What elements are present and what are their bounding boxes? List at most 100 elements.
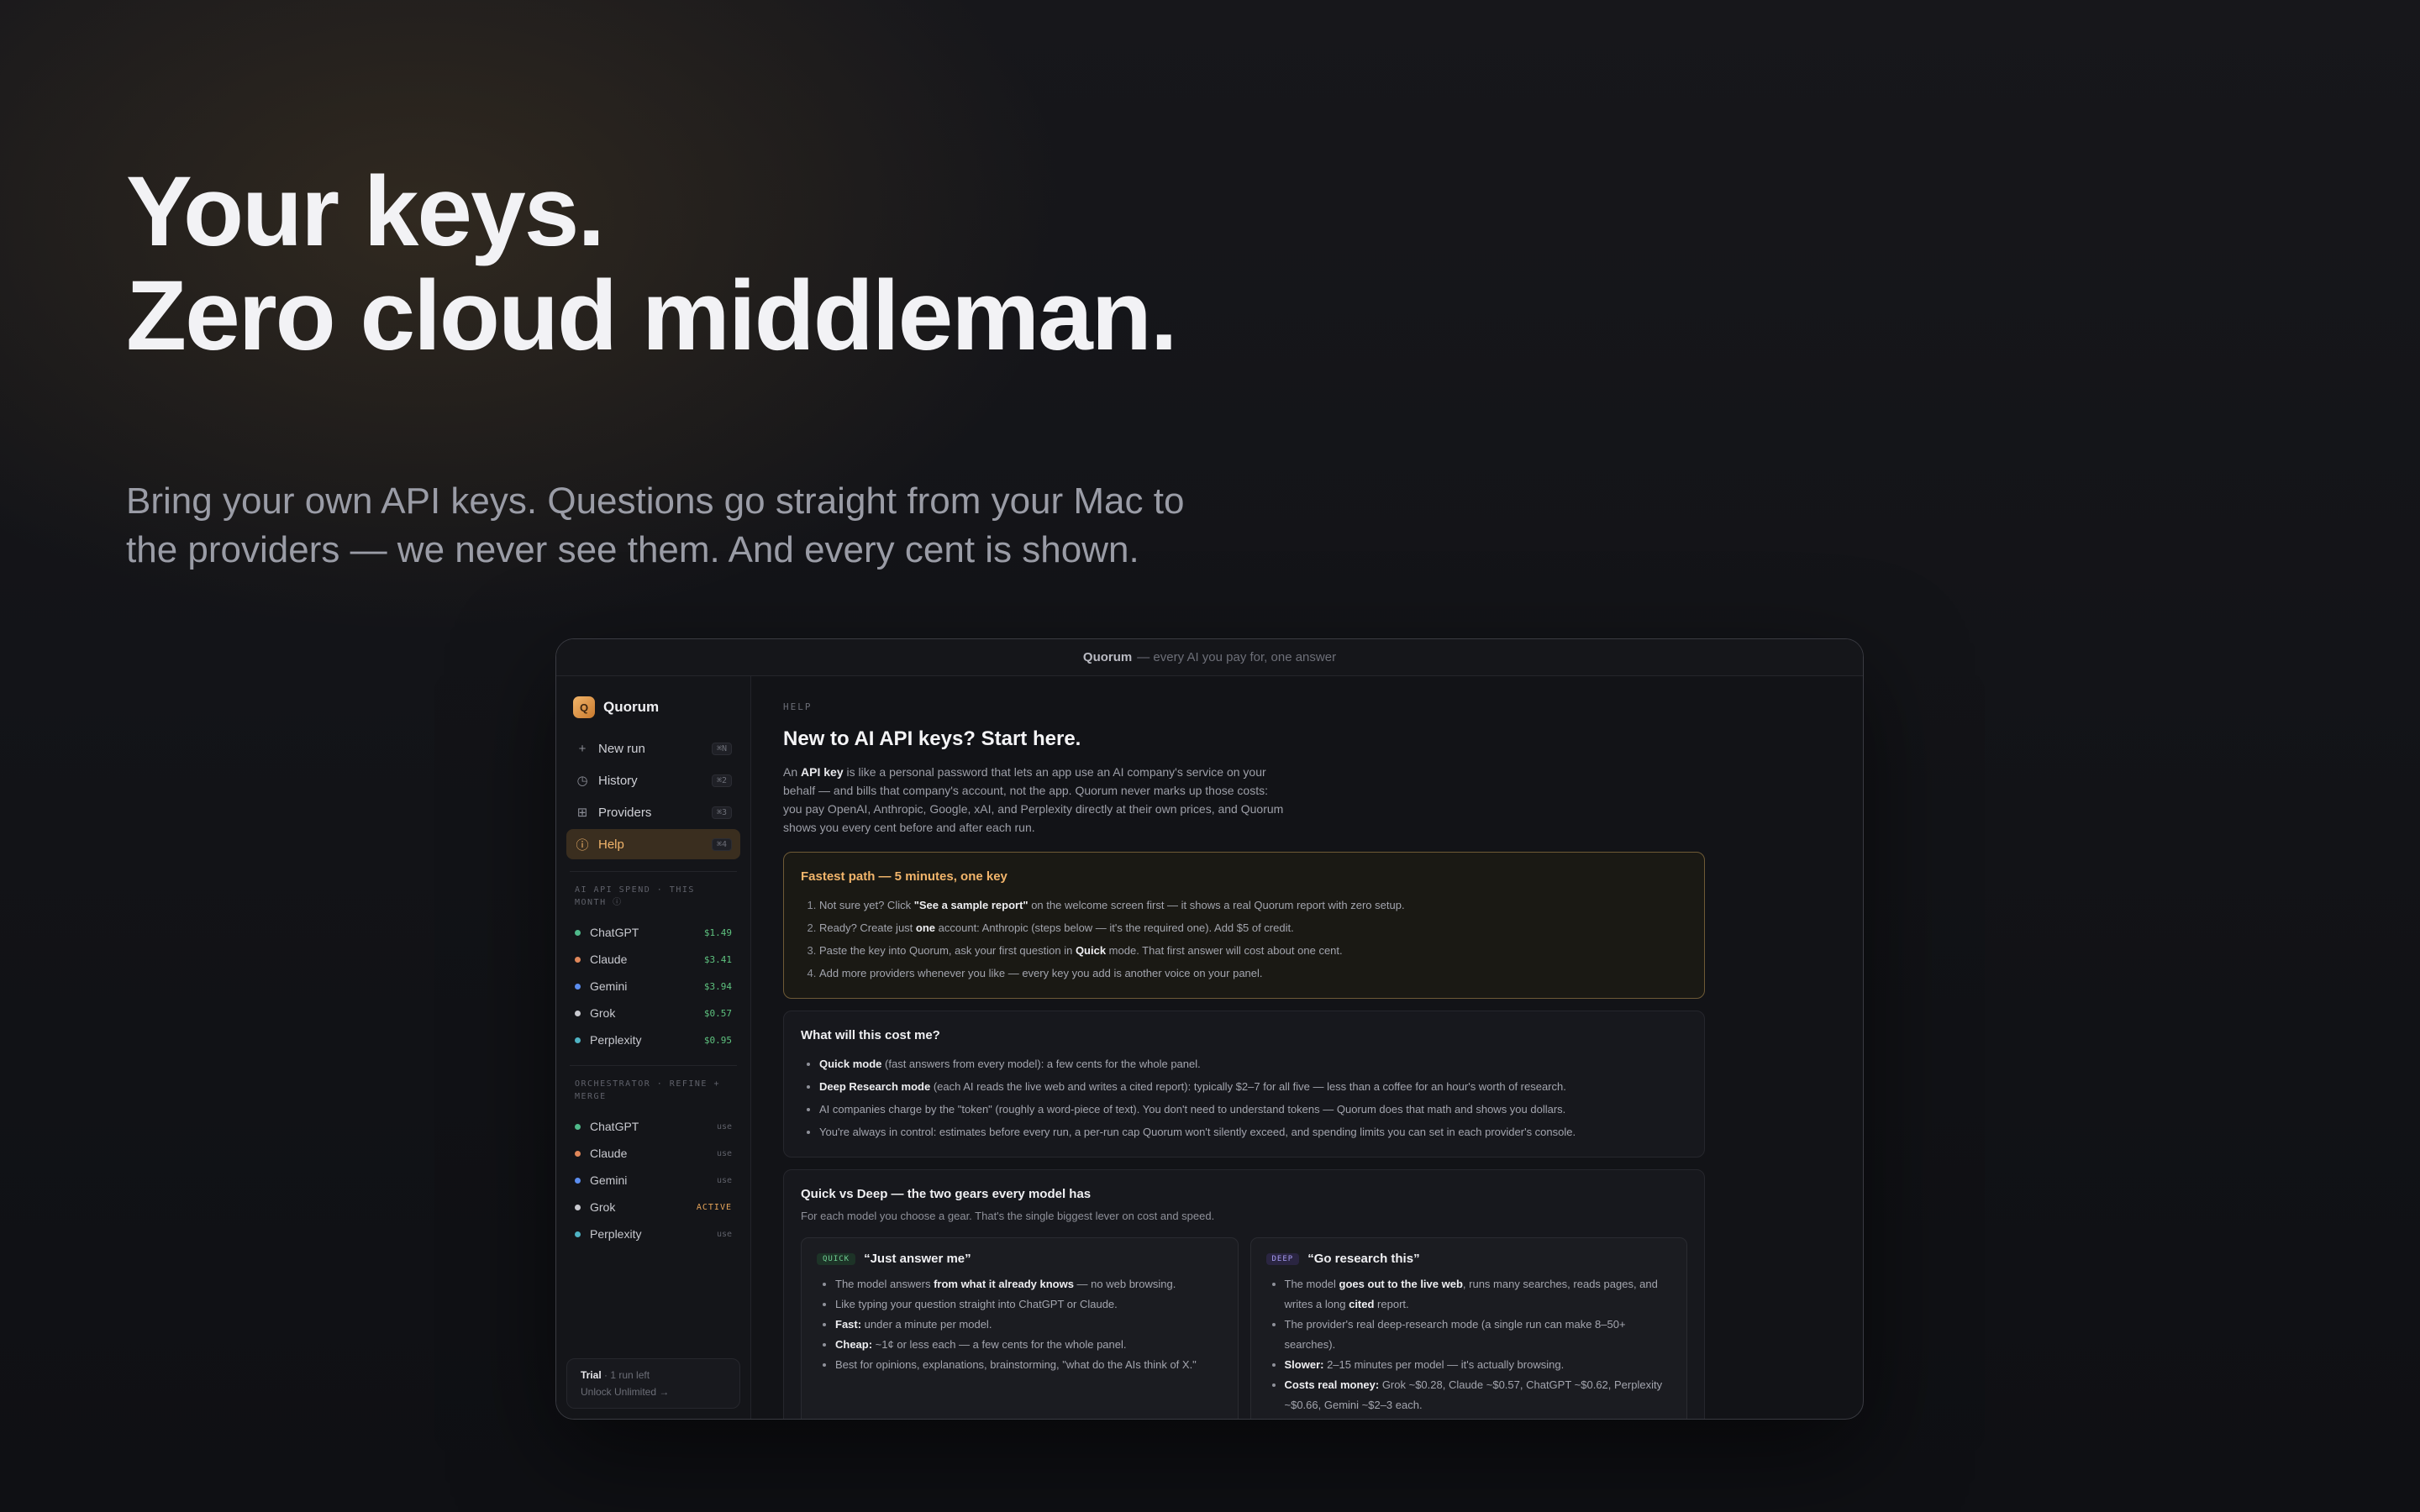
shortcut-badge: ⌘N: [711, 742, 732, 755]
emphasis: Slower:: [1284, 1358, 1324, 1371]
provider-name: Perplexity: [590, 1033, 642, 1047]
emphasis: goes out to the live web: [1339, 1278, 1463, 1290]
sidebar: Q Quorum + New run ⌘N ◷ History ⌘2 ⊞ Pro…: [556, 676, 751, 1419]
clock-icon: ◷: [576, 774, 588, 788]
text: under a minute per model.: [861, 1318, 992, 1331]
list-item: The model answers from what it already k…: [835, 1274, 1223, 1294]
card-subtitle: For each model you choose a gear. That's…: [801, 1210, 1215, 1222]
list-item: The model goes out to the live web, runs…: [1285, 1274, 1672, 1315]
app-window: Quorum — every AI you pay for, one answe…: [555, 638, 1864, 1420]
status-dot: [575, 1204, 581, 1210]
list-item: Best for opinions, explanations, brainst…: [835, 1355, 1223, 1375]
text: 2–15 minutes per model — it's actually b…: [1323, 1358, 1565, 1371]
grid-icon: ⊞: [576, 806, 588, 820]
quorum-logo-icon: Q: [573, 696, 595, 718]
window-titlebar[interactable]: Quorum — every AI you pay for, one answe…: [556, 639, 1863, 676]
trial-label: Trial: [581, 1369, 602, 1381]
status-dot: [575, 1010, 581, 1016]
provider-name: Grok: [590, 1006, 616, 1020]
spend-row-gemini: Gemini $3.94: [566, 973, 740, 1000]
sidebar-item-label: Providers: [598, 805, 652, 820]
hero: Your keys. Zero cloud middleman. Bring y…: [126, 160, 1302, 575]
status-dot: [575, 956, 581, 963]
emphasis: Fast:: [835, 1318, 862, 1331]
list-item: Cheap: ~1¢ or less each — a few cents fo…: [835, 1335, 1223, 1355]
divider: [570, 1065, 737, 1066]
list-item: Ready? Create just one account: Anthropi…: [819, 916, 1687, 939]
list-item: Like typing your question straight into …: [835, 1294, 1223, 1315]
cost-list: Quick mode (fast answers from every mode…: [801, 1053, 1687, 1143]
cost-card: What will this cost me? Quick mode (fast…: [783, 1011, 1705, 1158]
text: account: Anthropic (steps below — it's t…: [935, 921, 1294, 934]
spend-value: $3.41: [703, 953, 732, 965]
gears-card: Quick vs Deep — the two gears every mode…: [783, 1169, 1705, 1419]
provider-name: Claude: [590, 953, 628, 966]
sidebar-item-label: History: [598, 773, 638, 788]
sidebar-item-new-run[interactable]: + New run ⌘N: [566, 733, 740, 764]
gear-header: DEEP “Go research this”: [1265, 1252, 1672, 1266]
emphasis: Costs real money:: [1284, 1378, 1380, 1391]
spend-row-grok: Grok $0.57: [566, 1000, 740, 1026]
text: ~1¢ or less each — a few cents for the w…: [872, 1338, 1127, 1351]
sidebar-item-providers[interactable]: ⊞ Providers ⌘3: [566, 797, 740, 827]
list-item: Costs real money: Grok ~$0.28, Claude ~$…: [1285, 1375, 1672, 1415]
status-dot: [575, 1177, 581, 1184]
text: (fast answers from every model): a few c…: [881, 1058, 1201, 1070]
fastest-path-card: Fastest path — 5 minutes, one key Not su…: [783, 852, 1705, 999]
sidebar-item-history[interactable]: ◷ History ⌘2: [566, 765, 740, 795]
list-item: Add more providers whenever you like — e…: [819, 962, 1687, 984]
section-eyebrow: HELP: [783, 701, 813, 712]
emphasis: one: [915, 921, 936, 934]
orchestrator-section-label: ORCHESTRATOR · REFINE + MERGE: [575, 1079, 720, 1101]
text: mode. That first answer will cost about …: [1106, 944, 1343, 957]
provider-name: Claude: [590, 1147, 628, 1160]
gear-title: “Just answer me”: [864, 1252, 971, 1266]
status-dot: [575, 1150, 581, 1157]
active-badge: ACTIVE: [696, 1202, 732, 1212]
use-button[interactable]: use: [717, 1230, 732, 1239]
orchestrator-row-perplexity[interactable]: Perplexity use: [566, 1221, 740, 1247]
list-item: Quick mode (fast answers from every mode…: [819, 1053, 1687, 1075]
intro-emphasis: API key: [801, 765, 844, 779]
provider-name: ChatGPT: [590, 926, 639, 939]
orchestrator-row-claude[interactable]: Claude use: [566, 1140, 740, 1167]
unlock-unlimited-link[interactable]: Unlock Unlimited →: [581, 1386, 726, 1398]
deep-badge: DEEP: [1265, 1252, 1300, 1265]
hero-headline-line-2: Zero cloud middleman.: [126, 260, 1178, 371]
use-button[interactable]: use: [717, 1122, 732, 1131]
hero-subhead: Bring your own API keys. Questions go st…: [126, 480, 1185, 570]
trial-card[interactable]: Trial · 1 run left Unlock Unlimited →: [566, 1358, 740, 1409]
gear-header: QUICK “Just answer me”: [817, 1252, 1223, 1266]
gears-grid: QUICK “Just answer me” The model answers…: [801, 1237, 1687, 1419]
emphasis: "See a sample report": [913, 899, 1028, 911]
spend-value: $3.94: [703, 980, 732, 992]
spend-section-label: AI API SPEND · THIS MONTH ⓘ: [575, 885, 695, 907]
sidebar-item-help[interactable]: ⓘ Help ⌘4: [566, 829, 740, 859]
shortcut-badge: ⌘2: [711, 774, 732, 787]
text: Paste the key into Quorum, ask your firs…: [819, 944, 1076, 957]
plus-icon: +: [578, 741, 587, 756]
list-item: Deep Research mode (each AI reads the li…: [819, 1075, 1687, 1098]
orchestrator-row-chatgpt[interactable]: ChatGPT use: [566, 1113, 740, 1140]
shortcut-badge: ⌘4: [711, 837, 732, 851]
list-item: Paste the key into Quorum, ask your firs…: [819, 939, 1687, 962]
steps-list: Not sure yet? Click "See a sample report…: [801, 894, 1687, 984]
spend-row-chatgpt: ChatGPT $1.49: [566, 919, 740, 946]
sidebar-item-label: New run: [598, 741, 645, 756]
use-button[interactable]: use: [717, 1176, 732, 1185]
provider-name: Grok: [590, 1200, 616, 1214]
use-button[interactable]: use: [717, 1149, 732, 1158]
status-dot: [575, 929, 581, 936]
divider: [570, 871, 737, 872]
card-title: Quick vs Deep — the two gears every mode…: [801, 1187, 1092, 1201]
gear-title: “Go research this”: [1307, 1252, 1420, 1266]
emphasis: Quick: [1075, 944, 1107, 957]
quick-list: The model answers from what it already k…: [817, 1274, 1223, 1375]
text: Ready? Create just: [819, 921, 916, 934]
spend-value: $0.57: [703, 1007, 732, 1019]
orchestrator-row-gemini[interactable]: Gemini use: [566, 1167, 740, 1194]
card-title: Fastest path — 5 minutes, one key: [801, 869, 1007, 884]
orchestrator-row-grok[interactable]: Grok ACTIVE: [566, 1194, 740, 1221]
spend-value: $1.49: [703, 927, 732, 938]
emphasis: Deep Research mode: [819, 1080, 931, 1093]
